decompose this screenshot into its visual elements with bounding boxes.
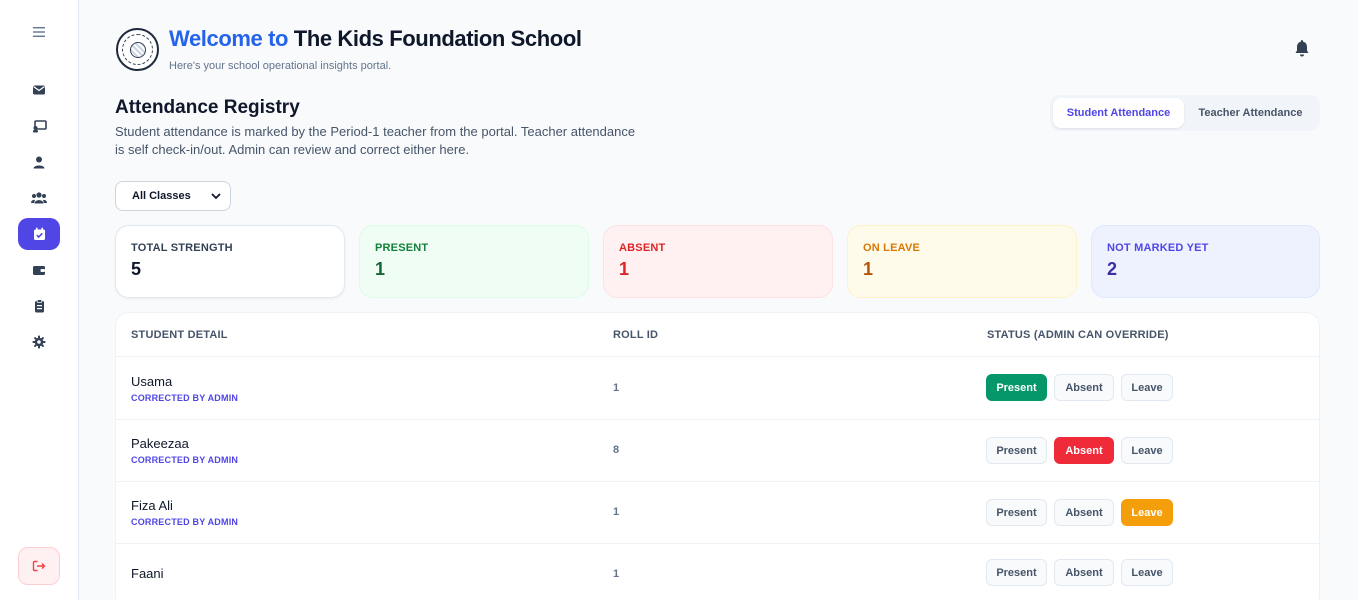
present-button[interactable]: Present xyxy=(986,559,1047,586)
stat-label: TOTAL STRENGTH xyxy=(131,242,233,254)
leave-button[interactable]: Leave xyxy=(1121,499,1173,526)
tab-student-attendance[interactable]: Student Attendance xyxy=(1053,98,1184,128)
present-button[interactable]: Present xyxy=(986,499,1047,526)
corrected-badge: CORRECTED BY ADMIN xyxy=(131,517,239,527)
sidebar-item-classes[interactable] xyxy=(18,110,60,142)
leave-button[interactable]: Leave xyxy=(1121,437,1173,464)
gear-icon xyxy=(32,335,46,349)
column-header-student: STUDENT DETAIL xyxy=(131,329,228,341)
logout-button[interactable] xyxy=(18,547,60,585)
attendance-table: STUDENT DETAIL ROLL ID STATUS (ADMIN CAN… xyxy=(115,312,1320,600)
student-name: Fiza Ali xyxy=(131,498,173,513)
class-filter-select[interactable]: All Classes xyxy=(115,181,231,211)
stat-card-on-leave: ON LEAVE 1 xyxy=(847,225,1077,298)
stat-card-present: PRESENT 1 xyxy=(359,225,589,298)
column-header-status: STATUS (ADMIN CAN OVERRIDE) xyxy=(987,329,1169,341)
roll-id: 1 xyxy=(613,506,620,518)
absent-button[interactable]: Absent xyxy=(1054,559,1114,586)
class-filter-value: All Classes xyxy=(132,190,191,202)
present-button[interactable]: Present xyxy=(986,374,1047,401)
user-icon xyxy=(33,156,45,168)
table-header: STUDENT DETAIL ROLL ID STATUS (ADMIN CAN… xyxy=(116,313,1319,357)
page-subtitle: Here's your school operational insights … xyxy=(169,60,392,72)
bell-icon xyxy=(1295,40,1309,57)
logout-icon xyxy=(32,560,46,572)
roll-id: 1 xyxy=(613,568,620,580)
notifications-button[interactable] xyxy=(1292,39,1312,59)
stat-card-total-strength: TOTAL STRENGTH 5 xyxy=(115,225,345,298)
stat-label: PRESENT xyxy=(375,242,429,254)
clipboard-icon xyxy=(34,299,44,313)
absent-button[interactable]: Absent xyxy=(1054,499,1114,526)
table-row: Fiza Ali CORRECTED BY ADMIN 1 Present Ab… xyxy=(116,482,1319,544)
menu-toggle-button[interactable] xyxy=(18,16,60,48)
hamburger-icon xyxy=(33,27,45,37)
chalkboard-icon xyxy=(32,119,47,132)
sidebar-item-fees[interactable] xyxy=(18,254,60,286)
student-name: Faani xyxy=(131,566,164,581)
sidebar-item-messages[interactable] xyxy=(18,74,60,106)
column-header-roll: ROLL ID xyxy=(613,329,659,341)
stat-card-absent: ABSENT 1 xyxy=(603,225,833,298)
student-name: Usama xyxy=(131,374,173,389)
title-school-name: The Kids Foundation School xyxy=(293,26,582,51)
stat-value: 5 xyxy=(131,259,142,279)
stat-value: 2 xyxy=(1107,259,1118,279)
users-icon xyxy=(31,192,47,204)
stat-value: 1 xyxy=(863,259,874,279)
school-logo xyxy=(116,28,159,71)
envelope-icon xyxy=(33,85,45,95)
table-row: Usama CORRECTED BY ADMIN 1 Present Absen… xyxy=(116,358,1319,420)
attendance-tabs: Student Attendance Teacher Attendance xyxy=(1050,95,1320,131)
absent-button[interactable]: Absent xyxy=(1054,437,1114,464)
section-description: Student attendance is marked by the Peri… xyxy=(115,124,636,157)
leave-button[interactable]: Leave xyxy=(1121,559,1173,586)
wallet-icon xyxy=(33,266,45,275)
stat-label: ON LEAVE xyxy=(863,242,921,254)
stat-label: NOT MARKED YET xyxy=(1107,242,1209,254)
sidebar-item-exams[interactable] xyxy=(18,290,60,322)
sidebar xyxy=(0,0,79,600)
present-button[interactable]: Present xyxy=(986,437,1047,464)
sidebar-item-teachers[interactable] xyxy=(18,146,60,178)
leave-button[interactable]: Leave xyxy=(1121,374,1173,401)
table-row: Faani 1 Present Absent Leave xyxy=(116,544,1319,600)
stat-value: 1 xyxy=(375,259,386,279)
stat-value: 1 xyxy=(619,259,630,279)
corrected-badge: CORRECTED BY ADMIN xyxy=(131,393,239,403)
sidebar-item-attendance[interactable] xyxy=(18,218,60,250)
roll-id: 1 xyxy=(613,382,620,394)
title-prefix: Welcome to xyxy=(169,26,289,51)
calendar-check-icon xyxy=(33,227,45,240)
tab-teacher-attendance[interactable]: Teacher Attendance xyxy=(1184,98,1317,128)
stat-label: ABSENT xyxy=(619,242,666,254)
page-title: Welcome to The Kids Foundation School xyxy=(169,26,582,52)
chevron-down-icon xyxy=(211,193,221,200)
stat-card-not-marked: NOT MARKED YET 2 xyxy=(1091,225,1320,298)
absent-button[interactable]: Absent xyxy=(1054,374,1114,401)
sidebar-item-settings[interactable] xyxy=(18,326,60,358)
table-row: Pakeezaa CORRECTED BY ADMIN 8 Present Ab… xyxy=(116,420,1319,482)
corrected-badge: CORRECTED BY ADMIN xyxy=(131,455,239,465)
main-content: Welcome to The Kids Foundation School He… xyxy=(80,0,1358,600)
section-title: Attendance Registry xyxy=(115,97,300,118)
sidebar-item-students[interactable] xyxy=(18,182,60,214)
roll-id: 8 xyxy=(613,444,620,456)
student-name: Pakeezaa xyxy=(131,436,189,451)
